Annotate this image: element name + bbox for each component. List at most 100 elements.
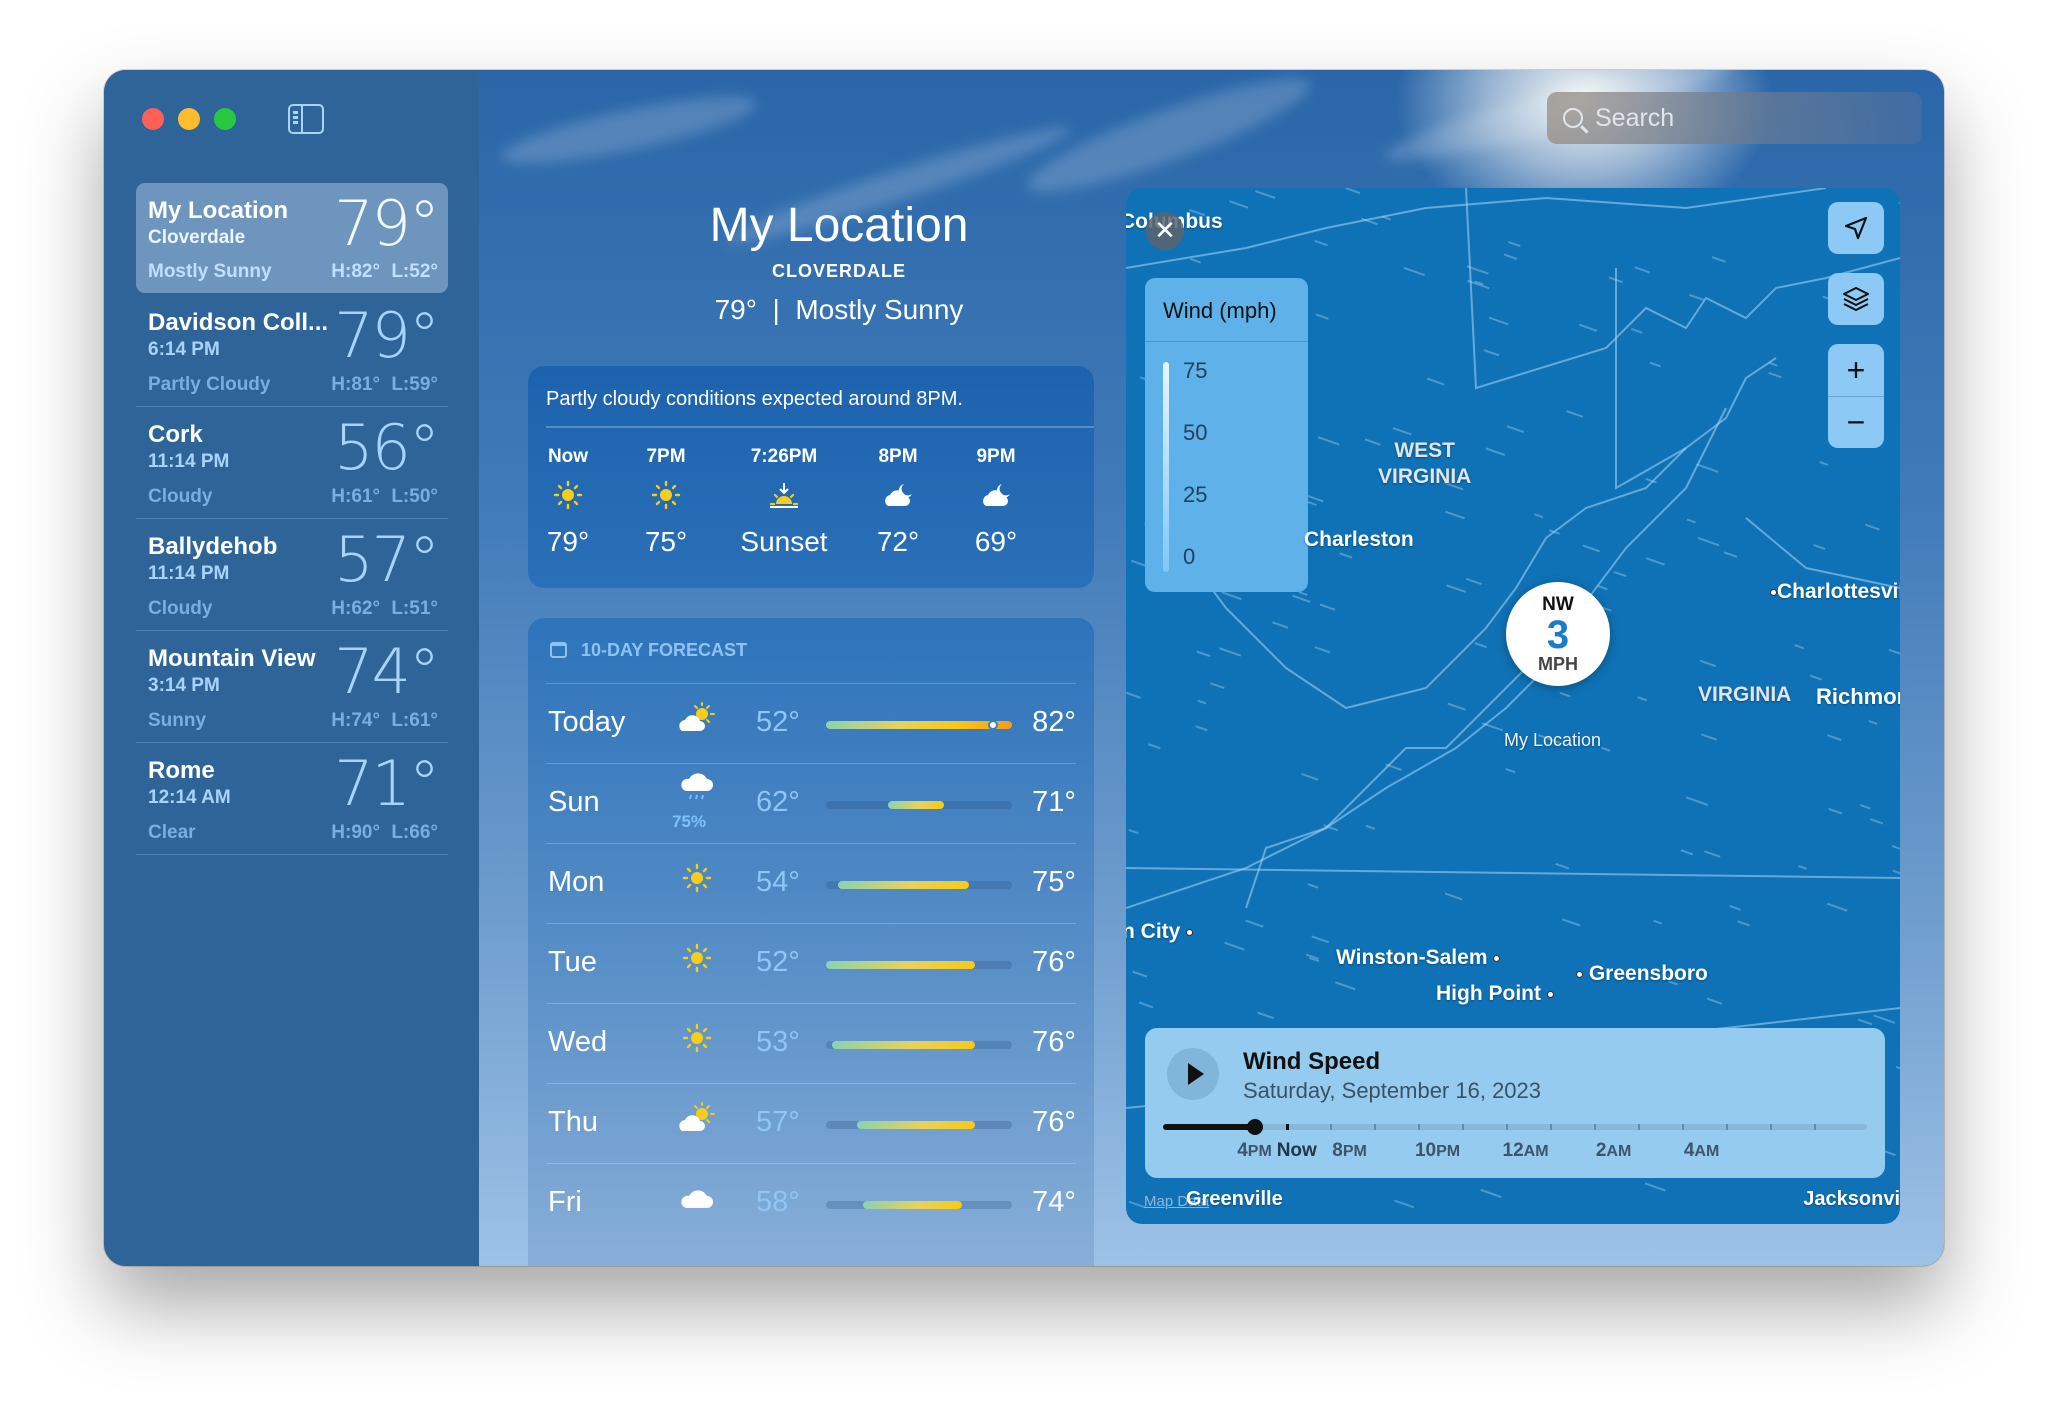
wind-streak <box>1798 865 1807 870</box>
sidebar-location-item[interactable]: Davidson Coll... 6:14 PM 79° Partly Cloudy H… <box>136 295 448 407</box>
location-high-low: H:90° L:66° <box>331 822 438 843</box>
timeline-label-value: Now <box>1276 1140 1317 1161</box>
hourly-item: 7PM 75° <box>606 446 726 558</box>
hour-temperature: Sunset <box>740 525 828 557</box>
current-conditions: 79° | Mostly Sunny <box>714 294 964 325</box>
wind-streak <box>1257 1011 1274 1020</box>
legend-title: Wind (mph) <box>1145 278 1308 342</box>
map-label-state: WEST VIRGINIA <box>1378 438 1471 490</box>
wind-speed-unit: MPH <box>1538 654 1578 674</box>
temperature-range-bar <box>826 801 1012 809</box>
zoom-out-button[interactable]: − <box>1828 396 1884 448</box>
location-high-low: H:82° L:52° <box>331 261 438 282</box>
wind-streak <box>1613 571 1627 578</box>
wind-map[interactable]: Columbus ✕ Wind (mph) 75 50 25 0 + − <box>1126 188 1900 1224</box>
wind-streak <box>1686 518 1696 524</box>
day-high-temperature: 76° <box>1032 1106 1076 1138</box>
wind-streak <box>1229 200 1249 209</box>
play-button[interactable] <box>1167 1048 1219 1100</box>
wind-streak <box>1334 981 1356 991</box>
daily-row[interactable]: Thu 57° 76° <box>546 1083 1076 1163</box>
day-icon-wrap <box>674 700 720 740</box>
daily-row[interactable]: Fri 58° 74° <box>546 1163 1076 1243</box>
day-icon-wrap <box>674 770 720 810</box>
location-temperature: 57° <box>334 523 440 596</box>
wind-playback-panel: Wind Speed Saturday, September 16, 2023 … <box>1145 1028 1885 1178</box>
sidebar-location-item[interactable]: My Location Cloverdale 79° Mostly Sunny H:82… <box>136 183 448 293</box>
wind-streak <box>1197 699 1207 705</box>
locate-me-button[interactable] <box>1828 202 1884 254</box>
wind-streak <box>1582 544 1601 553</box>
daily-row[interactable]: Sun 75% 62° 71° <box>546 763 1076 843</box>
timeline-slider[interactable] <box>1163 1119 1867 1135</box>
wind-streak <box>1444 510 1466 520</box>
sidebar-location-item[interactable]: Mountain View 3:14 PM 74° Sunny H:74° L:61° <box>136 631 448 743</box>
wind-streak <box>1768 361 1778 367</box>
state-border <box>1615 268 1777 490</box>
city-dot <box>1770 588 1777 596</box>
wind-streak <box>1196 650 1211 658</box>
wind-streak <box>1314 239 1328 247</box>
close-map-button[interactable]: ✕ <box>1146 212 1184 250</box>
wind-streak <box>1394 1199 1415 1209</box>
temperature-range-fill <box>832 1041 975 1049</box>
sidebar-location-item[interactable]: Ballydehob 11:14 PM 57° Cloudy H:62° L:51° <box>136 519 448 631</box>
location-temperature: 74° <box>334 635 440 708</box>
wind-speed-marker[interactable]: NW 3 MPH <box>1506 582 1610 686</box>
window-controls <box>142 108 236 130</box>
map-label-state-line: VIRGINIA <box>1378 465 1472 488</box>
wind-streak <box>1189 257 1202 264</box>
day-icon-wrap <box>674 860 720 900</box>
layers-icon <box>1843 287 1869 311</box>
sidebar-toggle-icon[interactable] <box>288 104 324 134</box>
playback-title: Wind Speed <box>1243 1048 1381 1075</box>
daily-row[interactable]: Today 52° 82° <box>546 683 1076 763</box>
wind-streak <box>1645 557 1665 566</box>
search-icon <box>1563 108 1583 128</box>
daily-row[interactable]: Wed 53° 76° <box>546 1003 1076 1083</box>
wind-streak <box>1465 577 1483 586</box>
wind-streak <box>1483 349 1500 357</box>
sidebar-location-item[interactable]: Cork 11:14 PM 56° Cloudy H:61° L:50° <box>136 407 448 519</box>
map-label-city: Charlottesvil <box>1770 580 1900 604</box>
temperature-range-fill <box>857 1121 975 1129</box>
wind-streak <box>1857 1018 1873 1026</box>
close-window-button[interactable] <box>142 108 164 130</box>
timeline-tick <box>1550 1124 1553 1130</box>
zoom-window-button[interactable] <box>214 108 236 130</box>
city-dot <box>1576 970 1583 978</box>
temperature-range-fill <box>888 801 944 809</box>
calendar-icon <box>550 642 567 658</box>
wind-streak <box>1298 591 1308 596</box>
day-name: Mon <box>548 866 605 898</box>
hourly-summary: Partly cloudy conditions expected around… <box>546 388 963 410</box>
timeline-tick <box>1638 1124 1641 1130</box>
daily-row[interactable]: Mon 54° 75° <box>546 843 1076 923</box>
timeline-tick <box>1726 1124 1729 1130</box>
cloud-icon <box>679 1184 715 1217</box>
minimize-window-button[interactable] <box>178 108 200 130</box>
map-label-city: Richmor <box>1816 684 1900 709</box>
wind-streak <box>1365 824 1375 830</box>
legend-tick: 0 <box>1183 544 1196 569</box>
temperature-range-bar <box>826 881 1012 889</box>
hourly-list[interactable]: Now 79° 7PM 75° 7:26PM Sunset 8PM 72° 9PM 69° <box>528 428 1094 578</box>
day-high-temperature: 75° <box>1032 866 1076 898</box>
search-input[interactable] <box>1595 103 1895 133</box>
hour-time: 7:26PM <box>750 445 818 467</box>
wind-streak <box>1319 603 1336 611</box>
zoom-in-button[interactable]: + <box>1828 344 1884 396</box>
map-layers-button[interactable] <box>1828 273 1884 325</box>
wind-streak <box>1245 919 1264 928</box>
sidebar-location-item[interactable]: Rome 12:14 AM 71° Clear H:90° L:66° <box>136 743 448 855</box>
hour-temperature: 75° <box>644 525 688 557</box>
day-low-temperature: 62° <box>756 786 800 818</box>
search-field[interactable] <box>1547 92 1922 144</box>
wind-streak <box>1381 215 1392 221</box>
daily-row[interactable]: Tue 52° 76° <box>546 923 1076 1003</box>
timeline-knob[interactable] <box>1246 1119 1263 1135</box>
location-condition: Clear <box>148 822 196 843</box>
hourly-forecast-card: Partly cloudy conditions expected around… <box>528 366 1094 588</box>
location-temperature: 79° <box>334 299 440 372</box>
ten-day-forecast-card: 10-DAY FORECAST Today 52° 82° Sun 75% 62° 71° M… <box>528 618 1094 1266</box>
